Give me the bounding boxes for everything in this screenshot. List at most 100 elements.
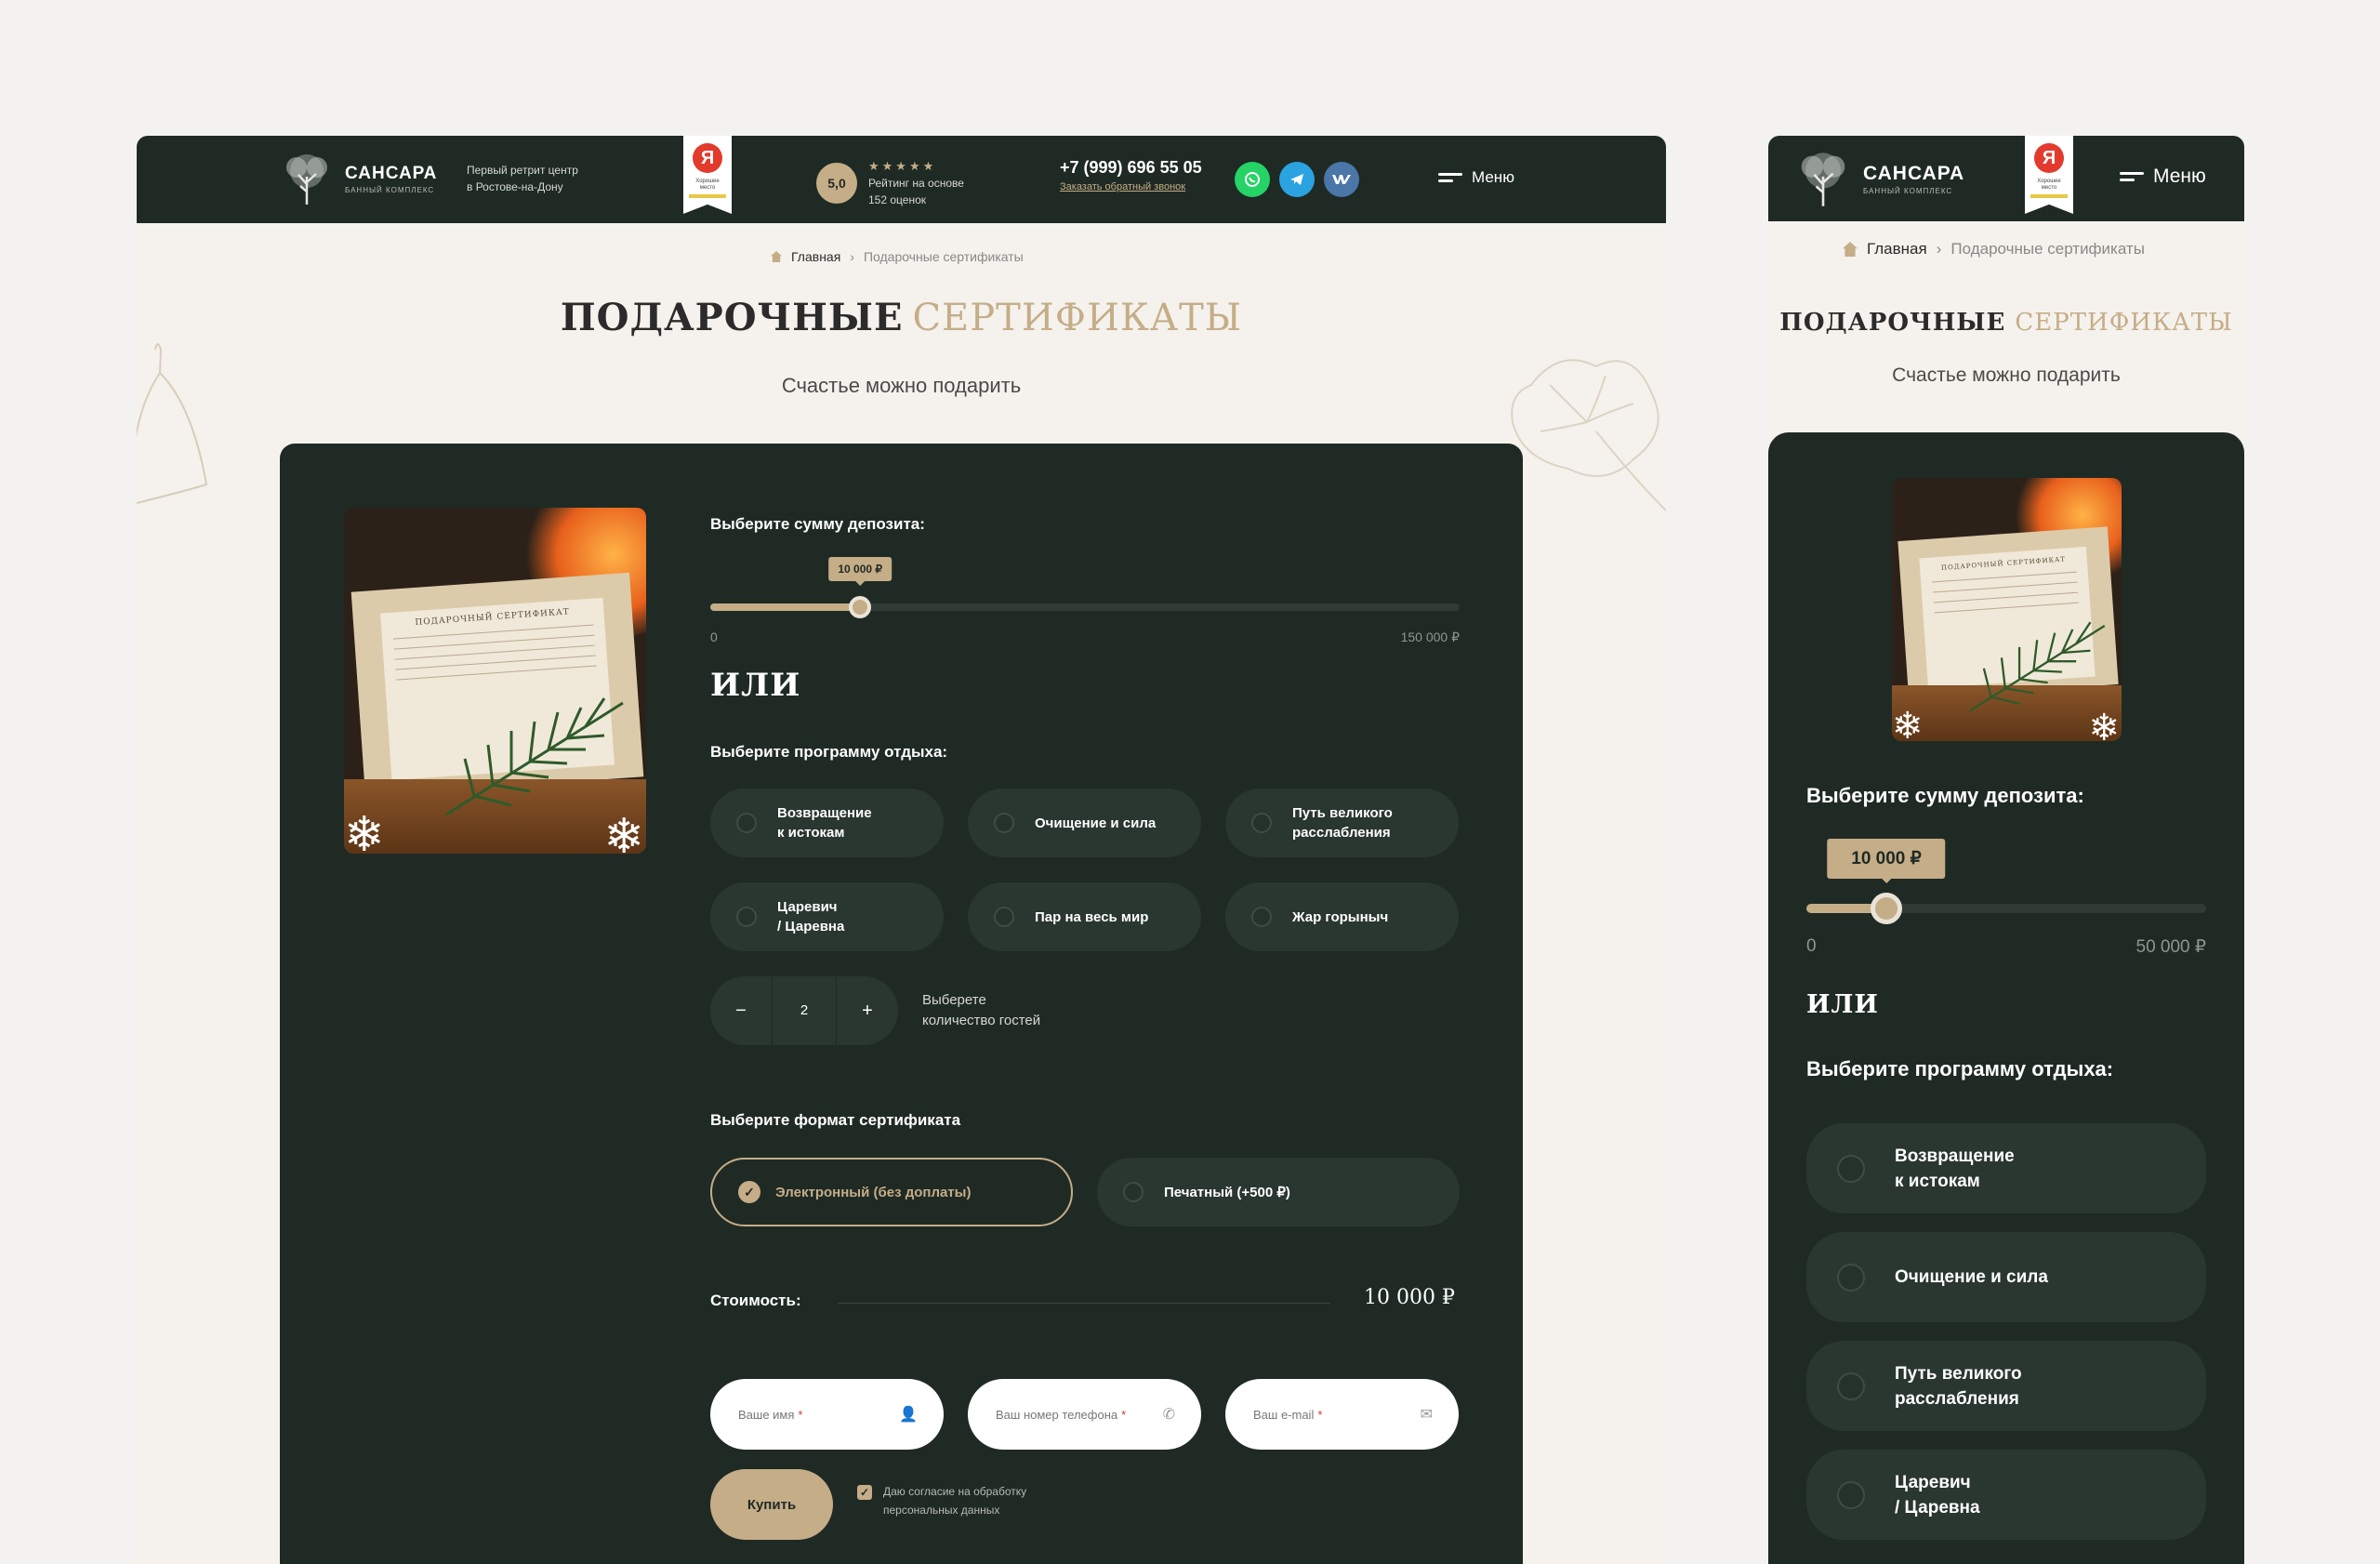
phone-block: +7 (999) 696 55 05 Заказать обратный зво… xyxy=(1060,158,1202,192)
radio-button[interactable] xyxy=(1123,1182,1144,1202)
required-mark: * xyxy=(1121,1407,1127,1422)
rating-count: 152 оценок xyxy=(868,193,926,206)
slider-max-label: 50 000 ₽ xyxy=(2135,937,2206,957)
mobile-header: САНСАРА БАННЫЙ КОМПЛЕКС Я Хорошее место М… xyxy=(1768,136,2244,221)
rating-value: 5,0 xyxy=(816,163,857,204)
cost-label: Стоимость: xyxy=(710,1292,801,1309)
radio-button[interactable] xyxy=(736,907,757,927)
whatsapp-icon[interactable] xyxy=(1235,162,1270,197)
program-option[interactable]: Царевич / Царевна xyxy=(1806,1450,2206,1540)
page-subtitle: Счастье можно подарить xyxy=(1892,364,2121,386)
phone-icon: ✆ xyxy=(1162,1407,1175,1423)
email-field[interactable]: Ваш e-mail * ✉ xyxy=(1225,1379,1459,1450)
option-label: Царевич xyxy=(777,899,838,915)
plus-button[interactable]: + xyxy=(837,1001,898,1022)
certificate-form-panel: ПОДАРОЧНЫЙ СЕРТИФИКАТ ❄ ❄ Выберите сумму… xyxy=(280,444,1523,1564)
breadcrumb-home[interactable]: Главная xyxy=(791,249,840,264)
check-icon: ✓ xyxy=(738,1181,760,1203)
program-option[interactable]: Царевич / Царевна xyxy=(710,882,944,951)
program-option[interactable]: Очищение и сила xyxy=(968,789,1201,857)
program-option[interactable]: Путь великого расслабления xyxy=(1806,1341,2206,1431)
radio-button[interactable] xyxy=(1837,1372,1865,1400)
vk-icon[interactable] xyxy=(1324,162,1359,197)
slider-handle[interactable] xyxy=(1871,893,1902,924)
program-option[interactable]: Очищение и сила xyxy=(1806,1232,2206,1322)
tagline-line: в Ростове-на-Дону xyxy=(467,180,563,193)
guests-stepper[interactable]: − 2 + xyxy=(710,976,898,1045)
cost-divider xyxy=(838,1303,1330,1304)
format-electronic-option[interactable]: ✓ Электронный (без доплаты) xyxy=(710,1158,1073,1226)
option-label: / Царевна xyxy=(777,919,845,934)
radio-button[interactable] xyxy=(1251,813,1272,833)
required-mark: * xyxy=(1317,1407,1323,1422)
logo[interactable]: САНСАРА БАННЫЙ КОМПЛЕКС xyxy=(1791,149,1964,208)
phone-number[interactable]: +7 (999) 696 55 05 xyxy=(1060,158,1202,178)
radio-button[interactable] xyxy=(1251,907,1272,927)
site-header: САНСАРА БАННЫЙ КОМПЛЕКС Первый ретрит це… xyxy=(137,136,1666,223)
slider-max-label: 150 000 ₽ xyxy=(1400,630,1460,644)
option-label: Царевич xyxy=(1895,1472,1971,1492)
program-label: Выберите программу отдыха: xyxy=(710,743,948,761)
home-icon[interactable] xyxy=(1843,242,1858,257)
radio-button[interactable] xyxy=(1837,1480,1865,1509)
deposit-slider[interactable]: 10 000 ₽ xyxy=(710,557,1460,618)
tagline-line: Первый ретрит центр xyxy=(467,164,578,177)
guests-count[interactable]: 2 xyxy=(772,976,837,1045)
radio-button[interactable] xyxy=(1837,1263,1865,1292)
format-printed-option[interactable]: Печатный (+500 ₽) xyxy=(1097,1158,1460,1226)
deposit-slider[interactable]: 10 000 ₽ xyxy=(1806,839,2206,924)
program-option[interactable]: Жар горыныч xyxy=(1225,882,1459,951)
option-label: Путь великого xyxy=(1895,1363,2022,1384)
mail-icon: ✉ xyxy=(1420,1407,1433,1423)
consent-text: Даю согласие на обработку xyxy=(883,1485,1027,1498)
program-label: Выберите программу отдыха: xyxy=(1806,1057,2114,1080)
snowflake-icon: ❄ xyxy=(2088,708,2120,741)
radio-button[interactable] xyxy=(736,813,757,833)
breadcrumb: Главная › Подарочные сертификаты xyxy=(1843,240,2145,258)
name-field[interactable]: Ваше имя * 👤 xyxy=(710,1379,944,1450)
rating-stars: ★★★★★ xyxy=(868,159,937,173)
menu-button[interactable]: Меню xyxy=(2120,166,2206,188)
radio-button[interactable] xyxy=(994,907,1014,927)
desktop-mockup: САНСАРА БАННЫЙ КОМПЛЕКС Первый ретрит це… xyxy=(137,136,1666,1564)
brand-name: САНСАРА xyxy=(345,163,438,183)
yandex-stripe xyxy=(2030,194,2068,198)
program-option[interactable]: Возвращение к истокам xyxy=(1806,1123,2206,1213)
slider-handle[interactable] xyxy=(849,596,872,618)
radio-button[interactable] xyxy=(1837,1154,1865,1183)
rating: 5,0 ★★★★★ Рейтинг на основе 152 оценок xyxy=(816,158,964,208)
yandex-badge[interactable]: Я Хорошее место xyxy=(2025,136,2073,214)
guests-note-line: количество гостей xyxy=(922,1013,1041,1028)
menu-button[interactable]: Меню xyxy=(1438,168,1514,187)
chevron-right-icon: › xyxy=(1936,240,1942,258)
slider-min-label: 0 xyxy=(1806,936,1817,956)
home-icon[interactable] xyxy=(771,251,782,262)
telegram-icon[interactable] xyxy=(1279,162,1315,197)
minus-button[interactable]: − xyxy=(710,1001,772,1022)
brand-name: САНСАРА xyxy=(1863,162,1965,184)
consent-checkbox[interactable]: ✓ Даю согласие на обработку персональных … xyxy=(857,1482,1026,1519)
burger-icon xyxy=(2120,168,2144,185)
brand-subtitle: БАННЫЙ КОМПЛЕКС xyxy=(345,185,435,194)
slider-value-bubble: 10 000 ₽ xyxy=(1827,839,1946,883)
or-divider: ИЛИ xyxy=(1806,990,1879,1019)
callback-link[interactable]: Заказать обратный звонок xyxy=(1060,181,1202,192)
yandex-badge[interactable]: Я Хорошее место xyxy=(683,136,732,214)
phone-field[interactable]: Ваш номер телефона * ✆ xyxy=(968,1379,1201,1450)
program-option[interactable]: Путь великого расслабления xyxy=(1225,789,1459,857)
radio-button[interactable] xyxy=(994,813,1014,833)
chevron-right-icon: › xyxy=(850,249,854,264)
buy-button[interactable]: Купить xyxy=(710,1469,833,1540)
menu-label: Меню xyxy=(1472,168,1514,186)
tree-logo-icon xyxy=(1801,152,1845,206)
breadcrumb-home[interactable]: Главная xyxy=(1867,240,1927,258)
program-option[interactable]: Возвращение к истокам xyxy=(710,789,944,857)
menu-label: Меню xyxy=(2153,166,2206,187)
name-placeholder: Ваше имя xyxy=(738,1407,795,1422)
checkbox-check-icon[interactable]: ✓ xyxy=(857,1485,872,1500)
logo[interactable]: САНСАРА БАННЫЙ КОМПЛЕКС xyxy=(276,151,437,206)
option-label: расслабления xyxy=(1895,1388,2019,1409)
required-mark: * xyxy=(798,1407,803,1422)
page-subtitle: Счастье можно подарить xyxy=(781,374,1022,397)
program-option[interactable]: Пар на весь мир xyxy=(968,882,1201,951)
